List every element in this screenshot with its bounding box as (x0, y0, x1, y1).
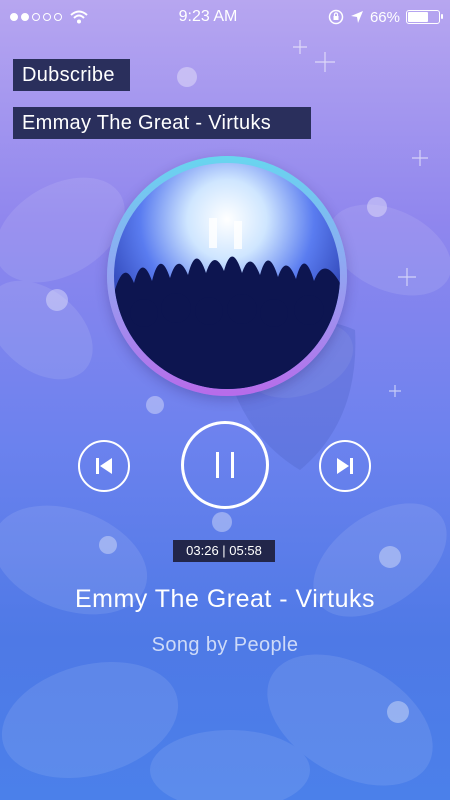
next-button[interactable] (319, 440, 371, 492)
next-icon (337, 458, 353, 474)
previous-icon (96, 458, 112, 474)
song-subtitle: Song by People (151, 634, 299, 656)
track-label: Emmay The Great - Virtuks (13, 107, 311, 139)
status-bar: 9:23 AM 66% (0, 0, 450, 34)
status-time: 9:23 AM (178, 8, 238, 25)
status-right: 66% (328, 8, 443, 26)
rotation-lock-icon (328, 9, 344, 25)
battery-percent: 66% (369, 8, 400, 26)
signal-dots-icon (10, 13, 62, 21)
playback-time: 03:26 | 05:58 (173, 540, 275, 562)
battery-icon (405, 10, 443, 24)
album-art-image (114, 163, 340, 389)
song-title: Emmy The Great - Virtuks (74, 585, 376, 613)
subscribe-button[interactable]: Dubscribe (13, 59, 130, 91)
wifi-icon (70, 10, 88, 24)
battery-level (407, 12, 428, 22)
pause-button[interactable] (181, 421, 269, 509)
pause-icon (216, 452, 234, 478)
previous-button[interactable] (78, 440, 130, 492)
location-arrow-icon (350, 11, 363, 23)
album-art (107, 156, 347, 396)
status-left (10, 10, 88, 24)
